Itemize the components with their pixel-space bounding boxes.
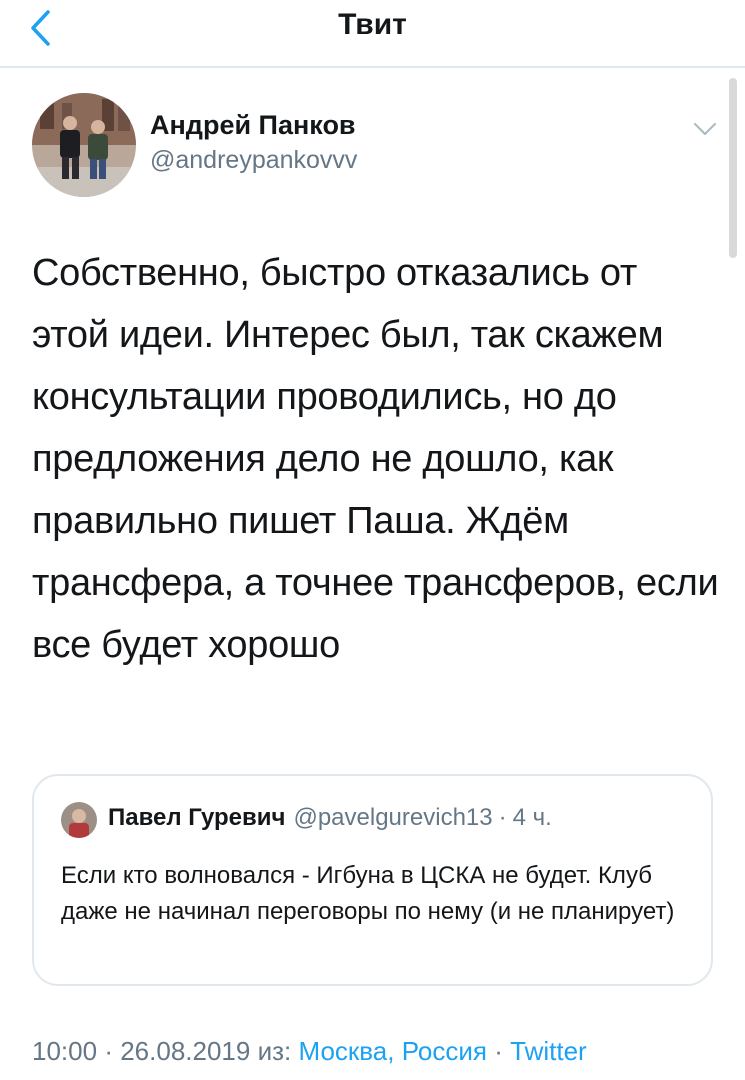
author-handle[interactable]: @andreypankovvv xyxy=(150,146,357,175)
scroll-indicator xyxy=(729,78,737,258)
quoted-time: 4 ч. xyxy=(512,804,552,831)
quoted-avatar xyxy=(61,802,97,838)
tweet-text: Собственно, быстро отказались от этой ид… xyxy=(32,252,719,666)
chevron-down-icon xyxy=(694,123,716,135)
nav-header: Твит xyxy=(0,0,745,68)
tweet-date: 26.08.2019 xyxy=(120,1036,251,1066)
quoted-tweet-header: Павел Гуревич @pavelgurevich13 · 4 ч. xyxy=(108,804,552,832)
tweet-screen: Твит Андрей Панков @andreypankovvv Собст… xyxy=(0,0,745,1080)
meta-separator-2: · xyxy=(494,1036,503,1066)
tweet-meta: 10:00 · 26.08.2019 из: Москва, Россия · … xyxy=(32,1036,587,1067)
quoted-tweet-card[interactable]: Павел Гуревич @pavelgurevich13 · 4 ч. Если … xyxy=(32,774,713,986)
quoted-separator: · xyxy=(498,804,507,831)
quoted-tweet-text: Если кто волновался - Игбуна в ЦСКА не б… xyxy=(61,862,675,925)
location-link[interactable]: Москва, Россия xyxy=(299,1036,487,1066)
source-link[interactable]: Twitter xyxy=(510,1036,587,1066)
avatar-photo xyxy=(32,93,136,197)
author-name[interactable]: Андрей Панков xyxy=(150,110,356,141)
quoted-avatar-photo xyxy=(61,802,97,838)
meta-separator: · xyxy=(104,1036,113,1066)
tweet-time: 10:00 xyxy=(32,1036,98,1066)
quoted-author-handle: @pavelgurevich13 xyxy=(293,804,493,831)
tweet-menu-button[interactable] xyxy=(690,114,720,144)
avatar[interactable] xyxy=(32,93,136,197)
quoted-author-name: Павел Гуревич xyxy=(108,804,286,831)
from-label: из: xyxy=(257,1036,292,1066)
page-title: Твит xyxy=(338,8,407,41)
